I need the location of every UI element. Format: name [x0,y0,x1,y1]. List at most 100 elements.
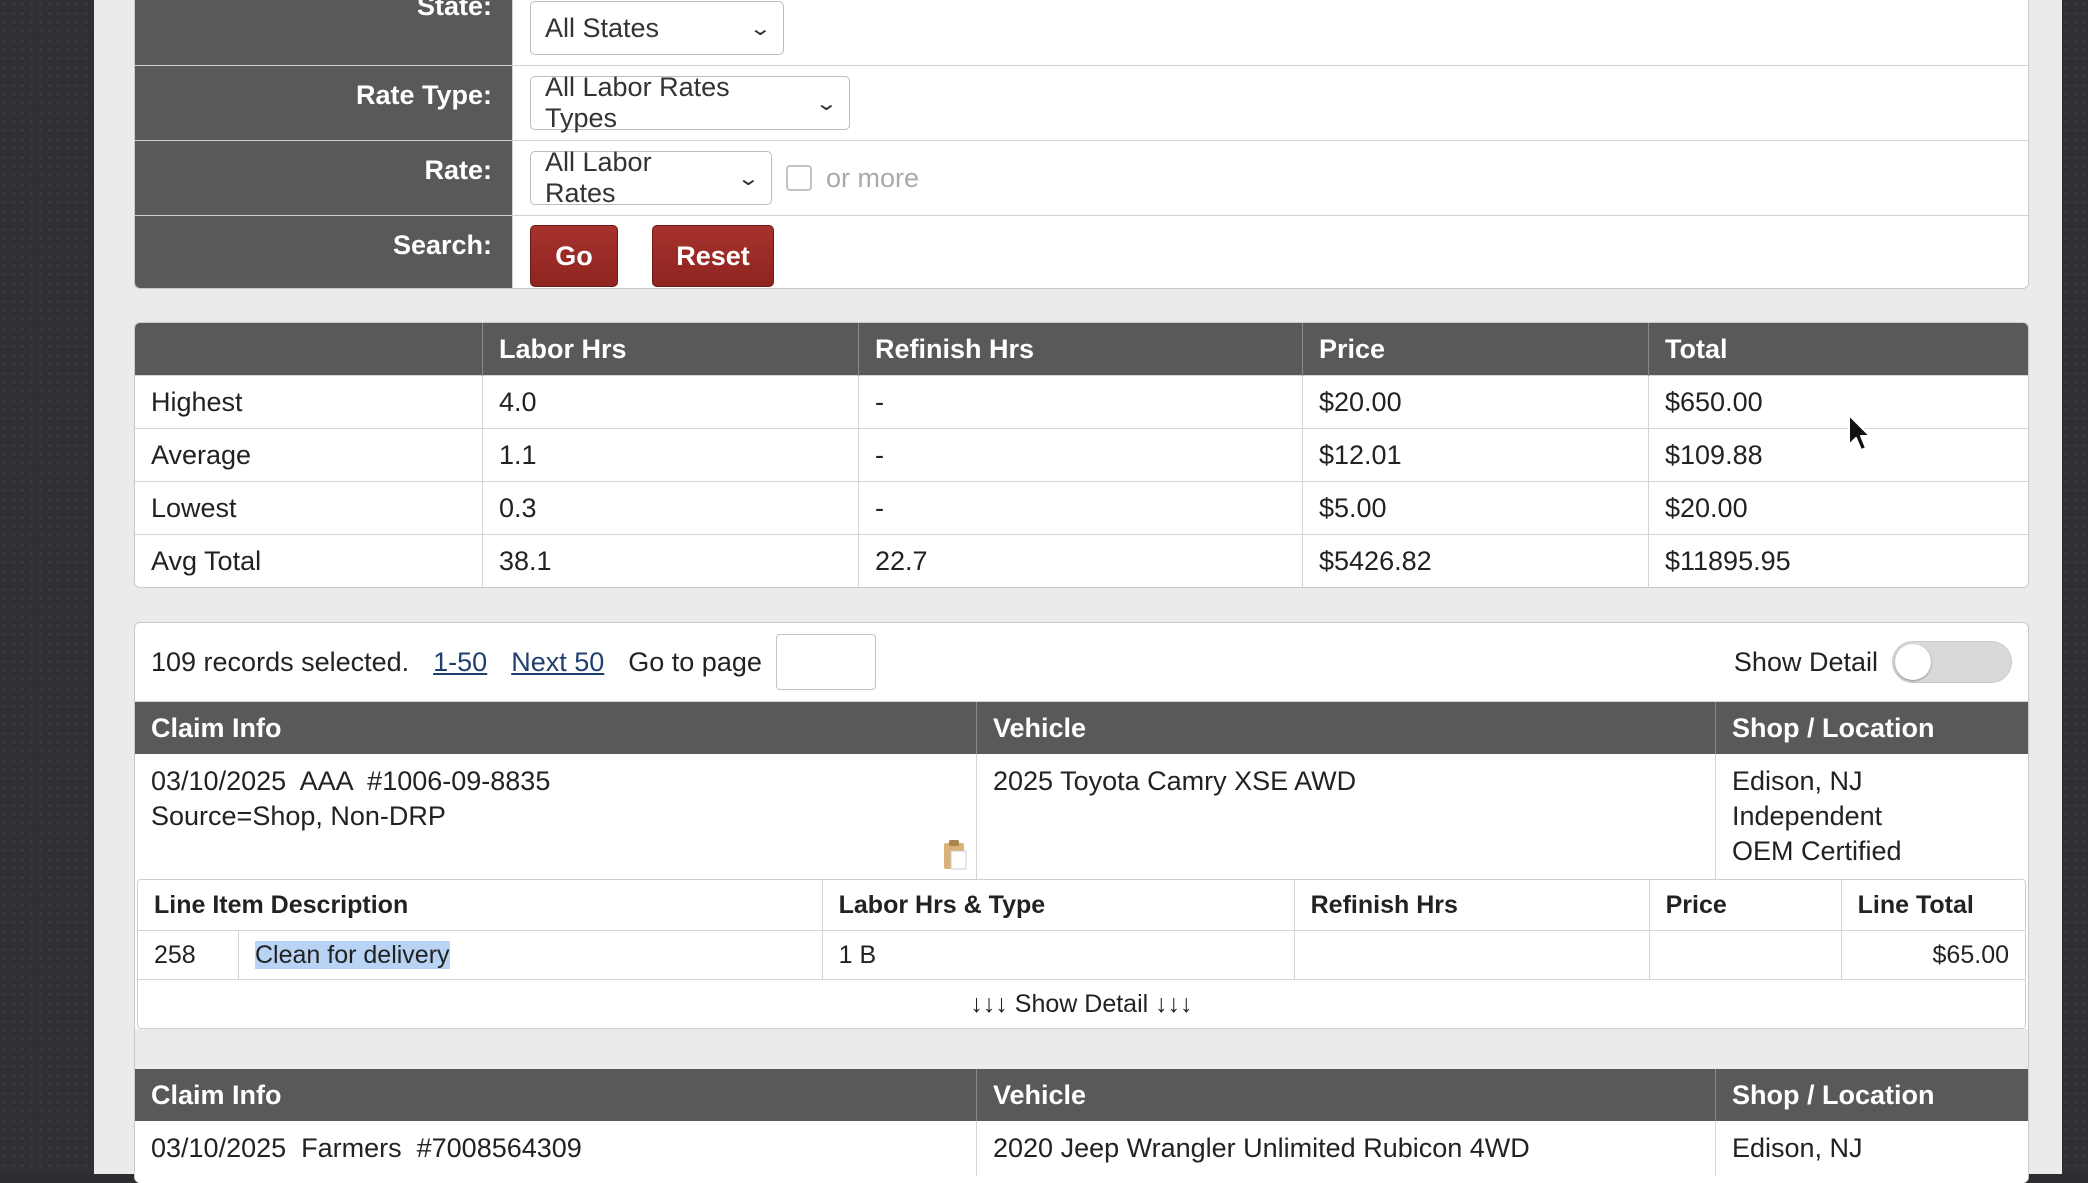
stats-table: Labor Hrs Refinish Hrs Price Total Highe… [135,323,2028,587]
goto-page-label: Go to page [628,646,762,677]
claim-info-header: Claim Info [135,1069,977,1121]
claim-line-2: Source=Shop, Non-DRP [151,801,446,831]
stats-cell: $650.00 [1648,375,2028,429]
goto-page-input[interactable] [775,634,876,690]
stats-cell: $12.01 [1302,428,1649,482]
claim-line-1: 03/10/2025 Farmers #7008564309 [151,1133,582,1163]
chevron-down-icon: ⌄ [814,92,839,115]
shop-line: Independent [1732,801,1883,831]
stats-cell: $20.00 [1648,481,2028,535]
stats-cell: $5426.82 [1302,534,1649,587]
claim-info-cell: 03/10/2025 Farmers #7008564309 [135,1121,977,1176]
stats-cell: Lowest [135,481,483,535]
rate-type-select[interactable]: All Labor Rates Types ⌄ [530,72,850,133]
stats-header-price: Price [1302,323,1649,376]
stats-cell: 22.7 [858,534,1303,587]
claim-row: 03/10/2025 Farmers #7008564309 2020 Jeep… [135,1121,2028,1176]
stats-header-total: Total [1648,323,2028,376]
clipboard-icon[interactable] [942,839,968,871]
stats-cell: - [858,375,1303,429]
stats-header-refinish: Refinish Hrs [858,323,1303,376]
stats-cell: Avg Total [135,534,483,587]
claim-line-1: 03/10/2025 AAA #1006-09-8835 [151,766,551,796]
line-price-header: Price [1649,880,1842,931]
stats-cell: $5.00 [1302,481,1649,535]
stats-row-highest: Highest 4.0 - $20.00 $650.00 [135,375,2028,429]
stats-cell: $11895.95 [1648,534,2028,587]
page: State: All States ⌄ Rate Type: All Labor… [94,0,2062,1183]
vehicle-cell: 2020 Jeep Wrangler Unlimited Rubicon 4WD [976,1121,1716,1176]
rate-type-select-value: All Labor Rates Types [545,72,730,133]
line-item-refinish [1294,930,1650,979]
records-panel: 109 records selected. 1-50 Next 50 Go to… [134,622,2029,1183]
claim-separator [135,1029,2028,1069]
background-left [0,0,94,1174]
records-bar: 109 records selected. 1-50 Next 50 Go to… [135,623,2028,702]
line-item-desc: Clean for delivery [255,940,450,969]
stats-row-average: Average 1.1 - $12.01 $109.88 [135,428,2028,482]
stats-cell: 1.1 [482,428,859,482]
show-detail-control: Show Detail [1734,641,2012,683]
claim-table: Claim Info Vehicle Shop / Location 03/10… [135,702,2028,879]
line-desc-header: Line Item Description [138,880,823,931]
search-row: Search: Go Reset [135,216,2028,288]
stats-row-lowest: Lowest 0.3 - $5.00 $20.00 [135,481,2028,535]
search-label: Search: [135,216,513,288]
claim-info-cell: 03/10/2025 AAA #1006-09-8835 Source=Shop… [135,754,977,879]
state-select[interactable]: All States ⌄ [530,1,784,55]
stats-cell: $109.88 [1648,428,2028,482]
line-labor-header: Labor Hrs & Type [822,880,1295,931]
stats-cell: $20.00 [1302,375,1649,429]
range-link[interactable]: 1-50 [433,647,487,678]
vehicle-header: Vehicle [976,702,1716,754]
line-item-number: 258 [138,930,239,979]
state-select-value: All States [545,12,660,43]
line-item-desc-cell: Clean for delivery [238,930,823,979]
line-items-panel: Line Item Description Labor Hrs & Type R… [137,879,2026,1029]
shop-location-cell: Edison, NJ Independent OEM Certified [1716,754,2029,879]
shop-location-header: Shop / Location [1715,1069,2028,1121]
next-page-link[interactable]: Next 50 [511,647,604,678]
line-items-table: Line Item Description Labor Hrs & Type R… [138,880,2025,979]
toggle-knob [1895,644,1931,680]
stats-panel: Labor Hrs Refinish Hrs Price Total Highe… [134,322,2029,588]
chevron-down-icon: ⌄ [748,17,773,40]
show-detail-link[interactable]: ↓↓↓ Show Detail ↓↓↓ [138,979,2025,1028]
go-button[interactable]: Go [530,225,618,287]
line-item-price [1649,930,1842,979]
claim-row: 03/10/2025 AAA #1006-09-8835 Source=Shop… [135,754,2028,879]
rate-select[interactable]: All Labor Rates ⌄ [530,147,772,208]
line-item-labor: 1 B [822,930,1295,979]
stats-header-blank [135,323,483,376]
stats-cell: 4.0 [482,375,859,429]
search-form: State: All States ⌄ Rate Type: All Labor… [134,0,2029,289]
vehicle-header: Vehicle [976,1069,1716,1121]
claim-table: Claim Info Vehicle Shop / Location 03/10… [135,1069,2028,1176]
rate-select-value: All Labor Rates [545,147,652,208]
line-refinish-header: Refinish Hrs [1294,880,1650,931]
stats-cell: Highest [135,375,483,429]
rate-type-row: Rate Type: All Labor Rates Types ⌄ [135,66,2028,141]
shop-location-cell: Edison, NJ [1716,1121,2029,1176]
stats-cell: - [858,481,1303,535]
shop-line: OEM Certified [1732,836,1902,866]
records-summary: 109 records selected. [151,646,410,677]
stats-cell: Average [135,428,483,482]
claim-info-header: Claim Info [135,702,977,754]
show-detail-label: Show Detail [1733,646,1878,677]
reset-button[interactable]: Reset [652,225,774,287]
state-label: State: [135,0,513,65]
stats-cell: - [858,428,1303,482]
line-total-header: Line Total [1841,880,2025,931]
stats-cell: 0.3 [482,481,859,535]
rate-label: Rate: [135,141,513,215]
rate-type-label: Rate Type: [135,66,513,140]
or-more-checkbox[interactable] [786,165,812,191]
background-right [2062,0,2088,1174]
line-item-total: $65.00 [1841,930,2025,979]
show-detail-toggle[interactable] [1892,641,2012,683]
mouse-cursor-icon [1848,414,1871,451]
stats-cell: 38.1 [482,534,859,587]
state-row: State: All States ⌄ [135,0,2028,66]
stats-header-labor: Labor Hrs [482,323,859,376]
